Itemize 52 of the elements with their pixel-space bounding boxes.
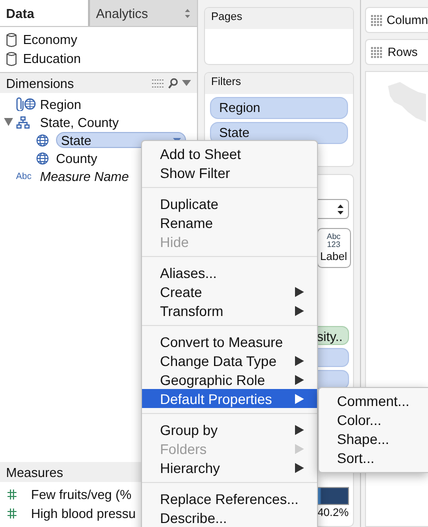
dimension-field[interactable]: Measure Name [40, 168, 129, 184]
dimension-field[interactable]: County [56, 150, 98, 166]
menu-item[interactable]: Change Data Type [142, 351, 317, 370]
caret-icon[interactable] [182, 80, 192, 86]
menu-item[interactable]: Sort... [319, 449, 428, 468]
list-view-icon[interactable] [152, 78, 164, 88]
rows-icon [370, 46, 383, 58]
menu-item[interactable]: Duplicate [142, 194, 317, 213]
legend-value: 40.2% [317, 507, 349, 519]
menu-item[interactable]: Group by [142, 420, 317, 439]
pane-tab[interactable]: Analytics [89, 0, 198, 26]
columns-icon [370, 14, 382, 26]
section-title: Measures [6, 464, 64, 480]
menu-item[interactable]: Show Filter [142, 163, 317, 182]
menu-item[interactable]: Transform [142, 301, 317, 320]
columns-shelf[interactable]: Column [364, 7, 428, 33]
database-icon [6, 32, 17, 48]
dimension-field[interactable]: State, County [40, 114, 119, 130]
hash-icon [7, 508, 17, 519]
menu-item[interactable]: Convert to Measure [142, 332, 317, 351]
menu-item[interactable]: Create [142, 282, 317, 301]
filter-pill[interactable]: Region [210, 97, 348, 119]
measure-field[interactable]: Few fruits/veg (% [31, 487, 132, 502]
menu-item[interactable]: Describe... [142, 508, 317, 527]
abc-type-label: Abc [16, 171, 32, 181]
menu-item[interactable]: Geographic Role [142, 370, 317, 389]
hierarchy-icon [16, 116, 30, 128]
globe-icon [36, 134, 49, 146]
hash-icon [7, 489, 17, 500]
measure-field[interactable]: High blood pressu [31, 506, 136, 521]
card-title: Filters [205, 73, 353, 94]
search-icon[interactable] [168, 78, 178, 88]
data-source-item[interactable]: Education [6, 49, 192, 68]
menu-item[interactable]: Default Properties [142, 389, 317, 408]
expand-triangle-icon[interactable] [4, 118, 13, 126]
section-title: Dimensions [6, 76, 74, 90]
paperclip-globe-icon [16, 97, 36, 111]
menu-item[interactable]: Color... [319, 411, 428, 430]
menu-item[interactable]: Rename [142, 213, 317, 232]
sort-arrows-icon [184, 8, 192, 18]
menu-item[interactable]: Replace References... [142, 489, 317, 508]
globe-icon [36, 152, 49, 164]
sort-arrows-icon [336, 204, 344, 214]
card-title: Pages [205, 8, 353, 29]
database-icon [6, 50, 17, 66]
dimension-field[interactable]: Region [40, 96, 82, 112]
menu-item[interactable]: Hierarchy [142, 458, 317, 477]
menu-item[interactable]: Shape... [319, 430, 428, 449]
rows-shelf[interactable]: Rows [364, 39, 428, 65]
menu-item[interactable]: Aliases... [142, 263, 317, 282]
menu-item[interactable]: Comment... [319, 392, 428, 411]
data-source-item[interactable]: Economy [6, 30, 192, 49]
